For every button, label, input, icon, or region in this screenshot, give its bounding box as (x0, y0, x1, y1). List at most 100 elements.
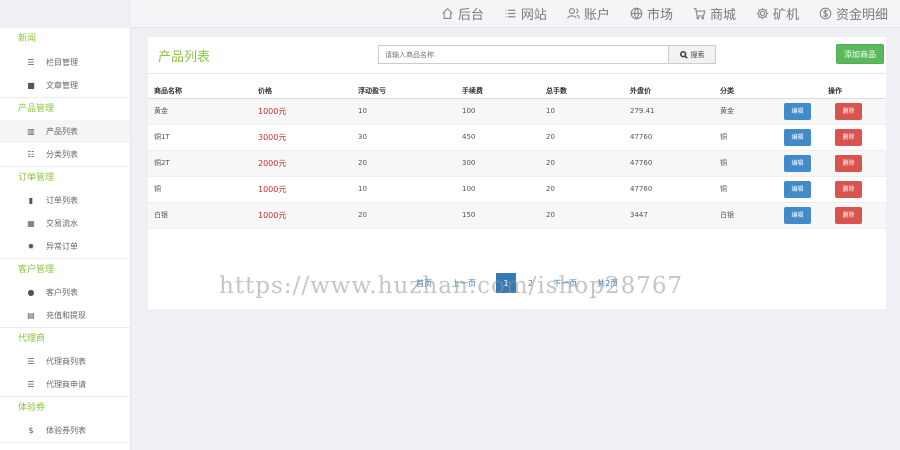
cell-float-pl: 10 (352, 176, 456, 203)
cell-lots: 20 (540, 202, 624, 229)
split-icon: ☷ (27, 150, 35, 159)
delete-button[interactable]: 删除 (835, 102, 862, 120)
sidebar-group-vouchers[interactable]: 体验券 (0, 396, 130, 419)
bookmark-icon: ▮ (28, 196, 34, 205)
dollar-icon: $ (28, 426, 34, 435)
cell-fee: 150 (456, 202, 540, 229)
cell-actions: 编辑 删除 (778, 150, 886, 177)
nav-label: 矿机 (772, 8, 799, 23)
nav-item-website[interactable]: 网站 (504, 4, 547, 23)
sidebar-group-truncated (0, 442, 130, 450)
nav-item-funds[interactable]: 资金明细 (819, 4, 888, 23)
cell-lots: 10 (540, 98, 624, 125)
add-product-button[interactable]: 添加商品 (836, 44, 884, 64)
cell-float-pl: 20 (352, 202, 456, 229)
nav-item-account[interactable]: 账户 (567, 4, 610, 23)
dollar-circle-icon (819, 7, 832, 20)
nav-item-miner[interactable]: 矿机 (756, 4, 799, 23)
search-button[interactable]: 搜索 (668, 45, 716, 64)
sidebar-item-label: 产品列表 (46, 127, 78, 136)
globe-icon (630, 7, 643, 20)
delete-button[interactable]: 删除 (835, 128, 862, 146)
col-header-category: 分类 (714, 84, 778, 99)
inbox-icon: ▤ (27, 311, 35, 320)
delete-button[interactable]: 删除 (835, 180, 862, 198)
col-header-external-price: 外盘价 (624, 84, 714, 99)
cell-fee: 300 (456, 150, 540, 177)
sidebar-item-abnormal-orders[interactable]: ✹ 异常订单 (0, 235, 130, 258)
cell-name: 黄金 (148, 98, 252, 125)
nav-item-mall[interactable]: 商城 (693, 4, 736, 23)
edit-button[interactable]: 编辑 (784, 128, 811, 146)
table-row: 白银 1000元 20 150 20 3447 白银 编辑 删除 (148, 202, 886, 229)
sidebar-item-articles[interactable]: ■ 文章管理 (0, 74, 130, 97)
sidebar-item-recharge-withdraw[interactable]: ▤ 充值和提现 (0, 304, 130, 327)
cell-actions: 编辑 删除 (778, 98, 886, 125)
sidebar-group-products[interactable]: 产品管理 (0, 97, 130, 120)
col-header-name: 商品名称 (148, 84, 252, 99)
nav-label: 商城 (709, 8, 736, 23)
sidebar-item-voucher-list[interactable]: $ 体验券列表 (0, 419, 130, 442)
nav-item-market[interactable]: 市场 (630, 4, 673, 23)
sidebar-item-label: 代理商申请 (46, 380, 86, 389)
cart-icon (693, 8, 706, 20)
cell-float-pl: 20 (352, 150, 456, 177)
sidebar-group-orders[interactable]: 订单管理 (0, 166, 130, 189)
list-icon (505, 9, 516, 18)
col-header-float-pl: 浮动盈亏 (352, 84, 456, 99)
sidebar-item-label: 栏目管理 (46, 58, 78, 67)
edit-button[interactable]: 编辑 (784, 206, 811, 224)
grid-icon: ▥ (27, 127, 35, 136)
col-header-fee: 手续费 (456, 84, 540, 99)
calendar-icon: ▦ (27, 219, 35, 228)
cell-fee: 100 (456, 176, 540, 203)
sidebar-item-agent-list[interactable]: ☰ 代理商列表 (0, 350, 130, 373)
cell-fee: 100 (456, 98, 540, 125)
sidebar-item-label: 代理商列表 (46, 357, 86, 366)
sidebar-group-agents[interactable]: 代理商 (0, 327, 130, 350)
sidebar-item-customer-list[interactable]: ● 客户列表 (0, 281, 130, 304)
edit-button[interactable]: 编辑 (784, 154, 811, 172)
cell-price: 1000元 (252, 98, 352, 125)
nav-label: 资金明细 (835, 8, 888, 23)
col-header-actions: 操作 (778, 84, 886, 99)
cell-actions: 编辑 删除 (778, 124, 886, 151)
sidebar-item-order-list[interactable]: ▮ 订单列表 (0, 189, 130, 212)
watermark-text: https://www.huzhan.com/ishop28767 (219, 273, 684, 299)
col-header-price: 价格 (252, 84, 352, 99)
panel-header: 产品列表 搜索 添加商品 (148, 37, 886, 74)
table-row: 铜1T 3000元 30 450 20 47760 铜 编辑 删除 (148, 124, 886, 151)
sidebar-item-transactions[interactable]: ▦ 交易流水 (0, 212, 130, 235)
search-bar: 搜索 (378, 45, 716, 64)
cell-price: 3000元 (252, 124, 352, 151)
product-list-panel: 产品列表 搜索 添加商品 商品名称 价格 浮动盈亏 手续费 总手数 外盘价 分类 (148, 37, 886, 309)
table-row: 黄金 1000元 10 100 10 279.41 黄金 编辑 删除 (148, 98, 886, 125)
sidebar-item-product-list[interactable]: ▥ 产品列表 (0, 120, 130, 143)
delete-button[interactable]: 删除 (835, 154, 862, 172)
top-nav: 后台 网站 账户 市场 商城 矿机 资金明细 (131, 0, 900, 28)
cell-external-price: 47760 (624, 150, 714, 177)
nav-label: 后台 (457, 8, 484, 23)
edit-button[interactable]: 编辑 (784, 180, 811, 198)
cell-name: 铜1T (148, 124, 252, 151)
delete-button[interactable]: 删除 (835, 206, 862, 224)
nav-label: 网站 (520, 8, 547, 23)
sidebar-item-label: 异常订单 (46, 242, 78, 251)
cell-category: 铜 (714, 150, 778, 177)
edit-button[interactable]: 编辑 (784, 102, 811, 120)
cell-lots: 20 (540, 176, 624, 203)
list-icon: ☰ (27, 58, 35, 67)
nav-item-backend[interactable]: 后台 (441, 4, 484, 23)
sidebar-item-agent-apply[interactable]: ☰ 代理商申请 (0, 373, 130, 396)
sidebar-item-category-list[interactable]: ☷ 分类列表 (0, 143, 130, 166)
cell-name: 铜2T (148, 150, 252, 177)
sidebar-group-customers[interactable]: 客户管理 (0, 258, 130, 281)
sidebar-item-columns[interactable]: ☰ 栏目管理 (0, 51, 130, 74)
sidebar-group-news[interactable]: 新闻 (0, 28, 130, 51)
page-title: 产品列表 (158, 49, 211, 65)
table-row: 铜2T 2000元 20 300 20 47760 铜 编辑 删除 (148, 150, 886, 177)
table-header-row: 商品名称 价格 浮动盈亏 手续费 总手数 外盘价 分类 操作 (148, 84, 886, 99)
search-input[interactable] (378, 45, 668, 64)
cell-fee: 450 (456, 124, 540, 151)
list-icon: ☰ (27, 357, 35, 366)
